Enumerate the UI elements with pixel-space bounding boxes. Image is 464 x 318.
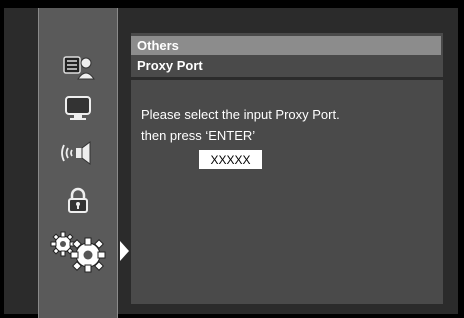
menu-item-header: Proxy Port: [131, 56, 441, 75]
menu-category-label: Others: [137, 38, 179, 53]
header-divider: [131, 77, 443, 80]
sidebar-item-others[interactable]: [39, 230, 117, 274]
speaker-icon: [61, 141, 91, 165]
proxy-port-input[interactable]: XXXXX: [199, 150, 262, 169]
screen-frame: Others Proxy Port Please select the inpu…: [0, 0, 464, 318]
gears-icon: [50, 231, 106, 273]
sidebar-item-disc-setup[interactable]: [39, 52, 117, 82]
instruction-line-2: then press ‘ENTER’: [141, 128, 256, 143]
sidebar-item-display[interactable]: [39, 92, 117, 124]
sidebar-item-lock[interactable]: [39, 186, 117, 216]
disc-person-icon: [63, 56, 95, 80]
selection-arrow-icon: [120, 241, 129, 261]
tv-icon: [65, 96, 91, 120]
instruction-line-1: Please select the input Proxy Port.: [141, 107, 340, 122]
menu-category-header: Others: [131, 36, 441, 55]
menu-item-label: Proxy Port: [137, 58, 203, 73]
sidebar-item-audio[interactable]: [39, 137, 117, 169]
sidebar: [38, 8, 118, 318]
lock-icon: [68, 187, 88, 213]
